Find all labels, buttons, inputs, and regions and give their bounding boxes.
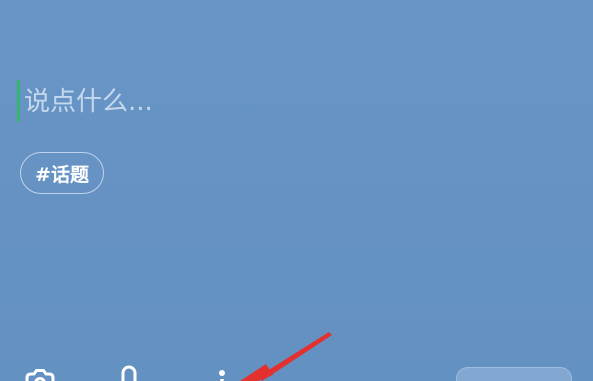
compose-area: #话题 (0, 0, 593, 300)
microphone-icon[interactable] (114, 365, 144, 381)
more-icon[interactable] (210, 367, 234, 381)
topic-button[interactable]: #话题 (20, 152, 104, 194)
compose-screen: #话题 (0, 0, 593, 381)
send-button[interactable] (456, 367, 572, 381)
bottom-toolbar (0, 355, 593, 381)
text-cursor (17, 80, 20, 122)
compose-input[interactable] (24, 78, 544, 126)
camera-icon[interactable] (24, 369, 56, 381)
